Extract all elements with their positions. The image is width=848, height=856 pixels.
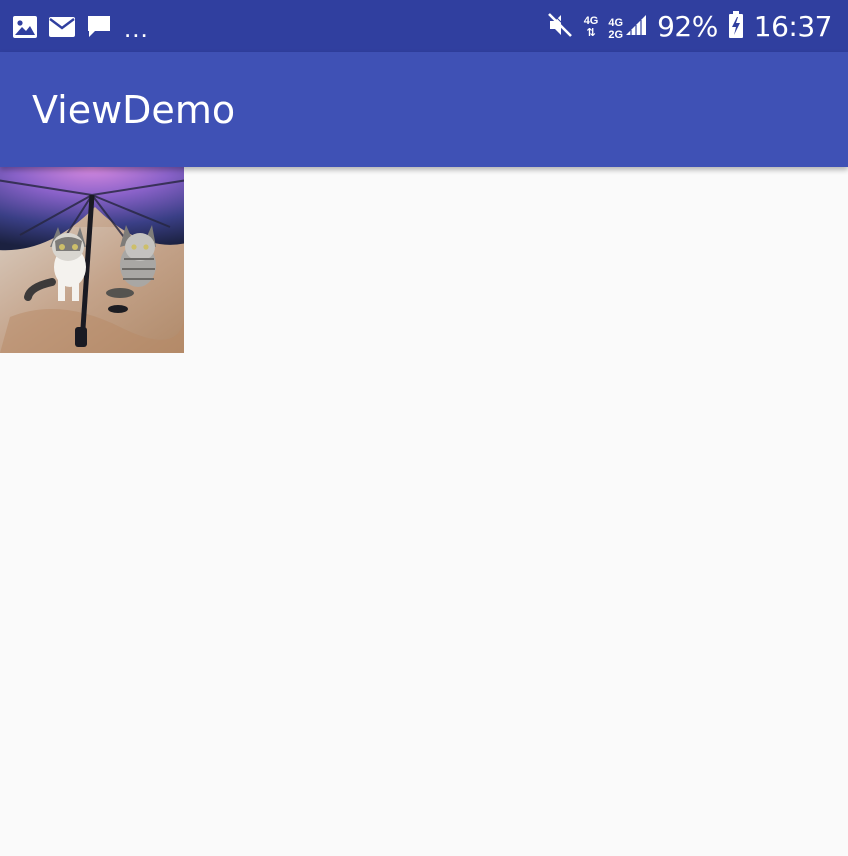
mute-icon — [546, 11, 574, 44]
image-icon — [12, 15, 38, 39]
network-type-label: 4G — [608, 16, 624, 29]
data-activity-icon: ⇅ — [586, 27, 596, 39]
content-area — [0, 167, 848, 856]
battery-percentage: 92% — [657, 10, 718, 43]
more-notifications: ... — [124, 13, 149, 43]
battery-charging-icon — [728, 10, 744, 44]
network-indicator-sim1: 4G ⇅ — [584, 15, 599, 39]
network-type-label-secondary: 2G — [608, 28, 624, 41]
chat-bubble-icon — [86, 14, 112, 40]
email-icon — [48, 16, 76, 38]
network-indicator-sim2: 4G 2G — [608, 17, 623, 41]
status-indicators: 4G ⇅ 4G 2G 92% 16:37 — [546, 9, 833, 45]
status-bar: ... 4G ⇅ 4G 2G 92% 16:37 — [0, 0, 848, 52]
clock: 16:37 — [753, 10, 833, 43]
notification-icons: ... — [12, 12, 149, 43]
app-bar: ViewDemo — [0, 52, 848, 167]
cats-umbrella-image — [0, 167, 184, 353]
app-title: ViewDemo — [32, 88, 236, 132]
network-type-label: 4G — [583, 15, 599, 27]
signal-strength-icon — [625, 14, 647, 41]
